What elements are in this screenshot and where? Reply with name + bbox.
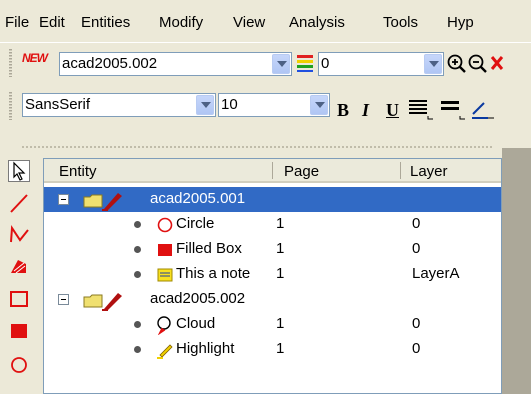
italic-button[interactable]: I (362, 100, 369, 121)
chevron-down-icon[interactable] (196, 95, 214, 115)
column-divider[interactable] (272, 162, 273, 179)
table-header: Entity Page Layer (44, 159, 501, 183)
line-icon (10, 194, 28, 213)
node-bullet-icon (134, 321, 141, 328)
highlighter-icon (157, 344, 173, 359)
table-row[interactable]: Highlight 1 0 (44, 337, 501, 362)
page-value: 1 (276, 240, 285, 257)
entity-label: Filled Box (176, 240, 242, 257)
circle-icon (157, 217, 173, 233)
zoom-out-icon[interactable] (468, 54, 488, 74)
line-style-icon[interactable] (440, 98, 466, 120)
menu-view[interactable]: View (233, 14, 265, 31)
column-layer[interactable]: Layer (410, 163, 448, 180)
font-size-value: 10 (221, 96, 238, 113)
layer-value: 0 (412, 215, 421, 232)
table-row[interactable]: acad2005.001 (44, 187, 501, 212)
menu-tools[interactable]: Tools (383, 14, 418, 31)
drawing-folder-icon (83, 193, 122, 211)
toolbar-divider (22, 146, 492, 148)
zoom-in-icon[interactable] (447, 54, 467, 74)
polyline-icon (10, 225, 29, 243)
cloud-icon (157, 316, 171, 335)
filled-box-icon (158, 244, 172, 256)
layer-value: 0 (412, 340, 421, 357)
entity-label: Circle (176, 215, 215, 232)
page-value: 1 (276, 265, 285, 282)
font-size-select[interactable]: 10 (218, 93, 330, 117)
circle-tool[interactable] (8, 354, 30, 376)
rectangle-icon (10, 291, 28, 307)
layer-value: 0 (412, 315, 421, 332)
table-row[interactable]: acad2005.002 (44, 287, 501, 312)
entity-label: acad2005.001 (150, 190, 246, 207)
rectangle-tool[interactable] (8, 288, 30, 310)
menu-bar: File Edit Entities Modify View Analysis … (0, 0, 531, 42)
polygon-tool[interactable] (8, 256, 30, 278)
chevron-down-icon[interactable] (310, 95, 328, 115)
layer-value: LayerA (412, 265, 460, 282)
chevron-down-icon[interactable] (272, 54, 290, 74)
filled-polygon-icon (11, 260, 26, 274)
column-divider[interactable] (400, 162, 401, 179)
column-entity[interactable]: Entity (59, 163, 97, 180)
font-family-value: SansSerif (25, 96, 91, 113)
entity-label: Highlight (176, 340, 235, 357)
column-page[interactable]: Page (284, 163, 319, 180)
page-value: 1 (276, 215, 285, 232)
document-select[interactable]: acad2005.002 (59, 52, 292, 76)
text-align-icon[interactable] (408, 98, 434, 120)
layers-icon[interactable] (295, 52, 317, 74)
menu-separator (0, 42, 531, 43)
filled-box-icon (11, 324, 27, 338)
layer-select[interactable]: 0 (318, 52, 444, 76)
node-bullet-icon (134, 346, 141, 353)
collapse-icon[interactable] (58, 194, 69, 205)
node-bullet-icon (134, 271, 141, 278)
font-family-select[interactable]: SansSerif (22, 93, 216, 117)
layer-select-value: 0 (321, 55, 330, 72)
underline-button[interactable]: U (386, 100, 399, 121)
pointer-icon (13, 161, 26, 181)
menu-file[interactable]: File (5, 14, 29, 31)
arrow-style-icon[interactable] (470, 98, 500, 120)
circle-icon (11, 357, 27, 373)
page-value: 1 (276, 340, 285, 357)
menu-entities[interactable]: Entities (81, 14, 130, 31)
tool-palette (0, 158, 34, 394)
menu-hyp[interactable]: Hyp (447, 14, 474, 31)
table-row[interactable]: Circle 1 0 (44, 212, 501, 237)
node-bullet-icon (134, 246, 141, 253)
layer-value: 0 (412, 240, 421, 257)
chevron-down-icon[interactable] (424, 54, 442, 74)
new-document-button[interactable]: NEW (22, 51, 48, 65)
filled-box-tool[interactable] (8, 320, 30, 342)
bold-button[interactable]: B (337, 100, 349, 121)
toolbar-grip[interactable] (9, 49, 12, 77)
table-row[interactable]: This a note 1 LayerA (44, 262, 501, 287)
toolbar-grip[interactable] (9, 92, 12, 120)
node-bullet-icon (134, 221, 141, 228)
drawing-folder-icon (83, 293, 122, 311)
entity-label: Cloud (176, 315, 216, 332)
table-row[interactable]: Cloud 1 0 (44, 312, 501, 337)
entity-label: acad2005.002 (150, 290, 246, 307)
menu-edit[interactable]: Edit (39, 14, 65, 31)
menu-analysis[interactable]: Analysis (289, 14, 345, 31)
close-icon[interactable] (490, 54, 504, 74)
note-icon (157, 268, 173, 282)
collapse-icon[interactable] (58, 294, 69, 305)
entity-tree-table[interactable]: Entity Page Layer acad2005.001 Circle 1 … (43, 158, 502, 394)
table-row[interactable]: Filled Box 1 0 (44, 237, 501, 262)
canvas-area[interactable] (502, 148, 531, 394)
document-select-value: acad2005.002 (62, 55, 158, 72)
line-tool[interactable] (8, 192, 30, 214)
page-value: 1 (276, 315, 285, 332)
select-tool[interactable] (8, 160, 30, 182)
menu-modify[interactable]: Modify (159, 14, 203, 31)
entity-label: This a note (176, 265, 251, 282)
polyline-tool[interactable] (8, 224, 30, 246)
